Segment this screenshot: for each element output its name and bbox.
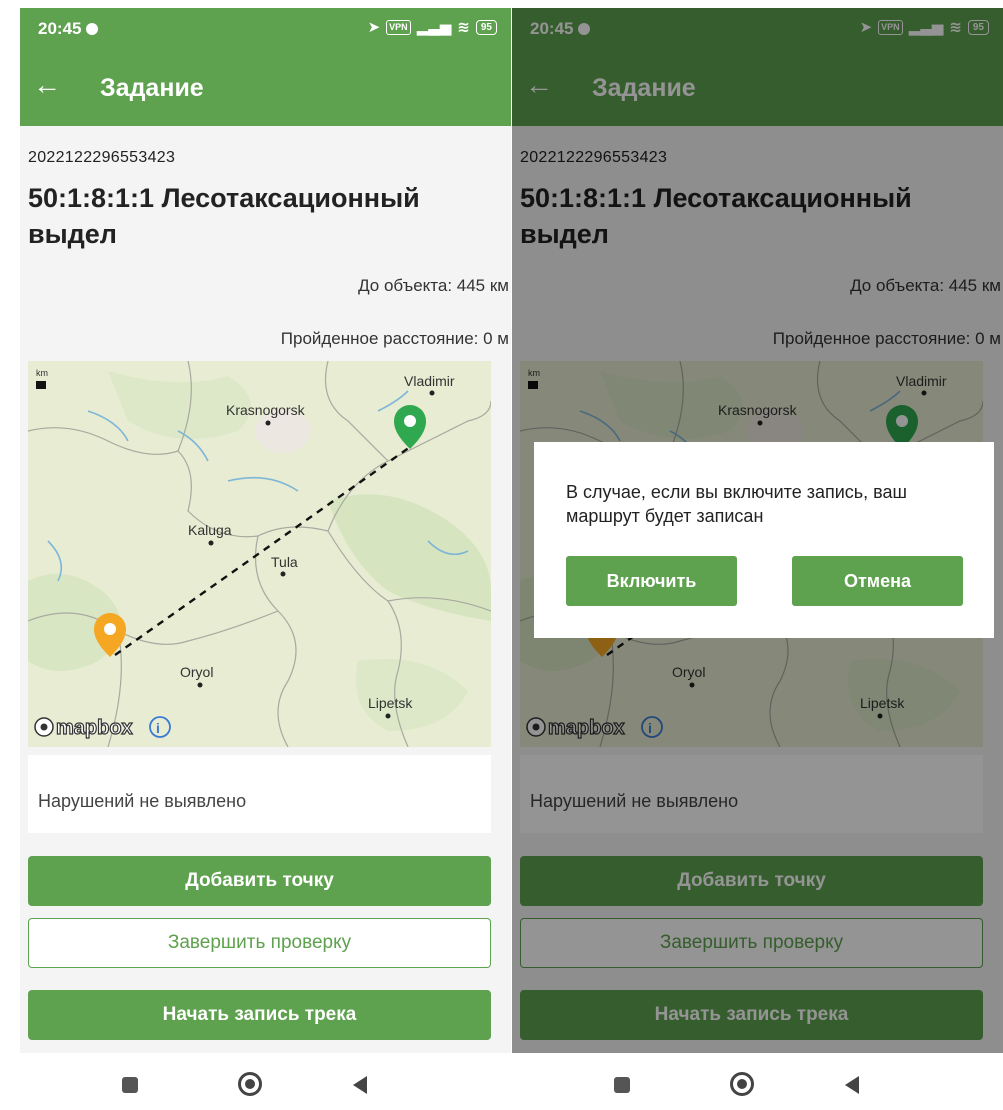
svg-text:Tula: Tula — [271, 554, 298, 570]
object-title: 50:1:8:1:1 Лесотаксационный выдел — [28, 183, 420, 249]
screen-task-dialog: 20:45 ➤ VPN ▂▃▅ ≋ 95 ← Задание 202212229… — [512, 8, 1003, 1110]
record-track-dialog: В случае, если вы включите запись, ваш м… — [534, 442, 994, 638]
violations-card: Нарушений не выявлено — [28, 755, 491, 833]
system-nav-bar — [20, 1053, 511, 1110]
back-triangle-icon[interactable] — [845, 1076, 859, 1094]
map-forest-area — [328, 494, 491, 621]
finish-check-button[interactable]: Завершить проверку — [28, 918, 491, 968]
start-track-button[interactable]: Начать запись трека — [28, 990, 491, 1040]
city-oryol: Oryol — [180, 664, 213, 688]
status-bar: 20:45 ➤ VPN ▂▃▅ ≋ 95 — [20, 8, 511, 48]
battery-icon: 95 — [475, 19, 497, 35]
dialog-message: В случае, если вы включите запись, ваш м… — [566, 482, 907, 526]
location-arrow-icon: ➤ — [367, 19, 381, 36]
svg-text:Krasnogorsk: Krasnogorsk — [226, 402, 306, 418]
enable-recording-button[interactable]: Включить — [566, 556, 737, 606]
system-nav-bar — [512, 1053, 1003, 1110]
cancel-button[interactable]: Отмена — [792, 556, 963, 606]
info-icon[interactable]: i — [149, 716, 171, 738]
vpn-icon: VPN — [386, 19, 411, 35]
mapbox-logo[interactable]: mapbox — [34, 716, 133, 740]
travelled-distance: Пройденное расстояние: 0 м — [280, 329, 509, 348]
signal-icon: ▂▃▅ — [416, 19, 452, 36]
page-title: Задание — [100, 74, 204, 102]
task-id: 2022122296553423 — [28, 149, 176, 166]
map-scale-bar — [36, 381, 46, 389]
svg-text:i: i — [156, 720, 160, 736]
svg-text:Kaluga: Kaluga — [188, 522, 232, 538]
home-icon[interactable] — [730, 1072, 754, 1096]
city-kaluga: Kaluga — [188, 522, 232, 546]
map-canvas[interactable]: km Vladimir Krasnogorsk Kaluga Tula Oryo… — [28, 361, 491, 747]
status-icons: ➤ VPN ▂▃▅ ≋ 95 — [368, 18, 497, 36]
notification-icon — [86, 23, 99, 35]
recents-icon[interactable] — [614, 1077, 630, 1093]
screen-task: 20:45 ➤ VPN ▂▃▅ ≋ 95 ← Задание 202212229… — [20, 8, 511, 1110]
arrow-left-icon[interactable]: ← — [30, 70, 64, 104]
map-scale-label: km — [36, 368, 48, 378]
svg-text:Lipetsk: Lipetsk — [368, 695, 413, 711]
end-marker-icon[interactable] — [394, 405, 426, 449]
home-icon[interactable] — [238, 1072, 262, 1096]
wifi-icon: ≋ — [457, 19, 470, 36]
svg-text:Vladimir: Vladimir — [404, 373, 455, 389]
svg-text:Oryol: Oryol — [180, 664, 213, 680]
status-time: 20:45 — [38, 19, 99, 39]
app-bar: ← Задание — [20, 48, 511, 126]
city-vladimir: Vladimir — [404, 373, 455, 396]
svg-text:mapbox: mapbox — [56, 717, 133, 739]
distance-to-object: До объекта: 445 км — [358, 276, 509, 295]
city-tula: Tula — [271, 554, 298, 577]
recents-icon[interactable] — [122, 1077, 138, 1093]
map-view[interactable]: km Vladimir Krasnogorsk Kaluga Tula Oryo… — [28, 361, 491, 747]
back-triangle-icon[interactable] — [353, 1076, 367, 1094]
add-point-button[interactable]: Добавить точку — [28, 856, 491, 906]
violations-text: Нарушений не выявлено — [38, 791, 247, 811]
